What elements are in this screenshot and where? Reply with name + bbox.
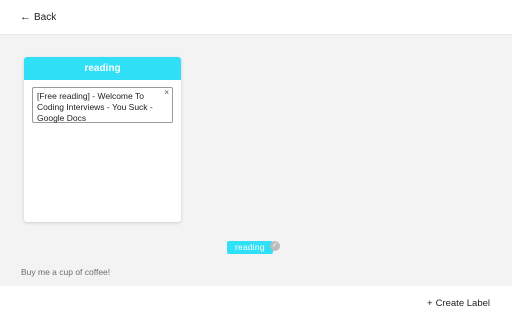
close-icon[interactable]: × xyxy=(164,89,169,97)
label-chip-container: reading ✓ xyxy=(227,237,280,254)
tab-card-title: [Free reading] - Welcome To Coding Inter… xyxy=(37,91,153,123)
label-chip[interactable]: reading xyxy=(227,241,273,254)
plus-icon: + xyxy=(427,298,433,309)
main-area: reading [Free reading] - Welcome To Codi… xyxy=(0,35,512,286)
back-label: Back xyxy=(34,11,57,23)
create-label-text: Create Label xyxy=(435,298,490,309)
buy-coffee-link[interactable]: Buy me a cup of coffee! xyxy=(21,267,110,277)
arrow-left-icon: ← xyxy=(20,10,31,23)
back-button[interactable]: ← Back xyxy=(20,9,56,25)
create-label-button[interactable]: + Create Label xyxy=(427,298,490,309)
tab-card[interactable]: [Free reading] - Welcome To Coding Inter… xyxy=(32,87,173,123)
check-icon[interactable]: ✓ xyxy=(269,241,280,251)
board-title: reading xyxy=(24,57,181,80)
label-board: reading [Free reading] - Welcome To Codi… xyxy=(24,57,181,222)
top-bar: ← Back xyxy=(0,0,512,35)
